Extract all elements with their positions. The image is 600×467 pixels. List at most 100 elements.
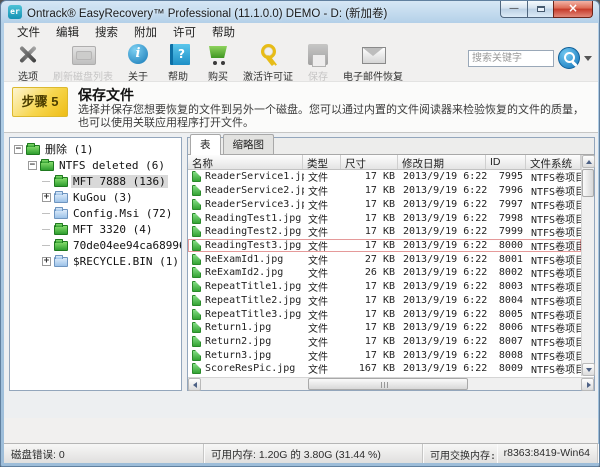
file-date-cell: 2013/9/19 6:22:26 <box>399 309 487 320</box>
file-icon <box>192 295 201 306</box>
menu-item[interactable]: 许可 <box>166 23 203 41</box>
menu-item[interactable]: 编辑 <box>49 23 86 41</box>
column-header[interactable]: 名称 <box>188 155 303 169</box>
menu-item[interactable]: 文件 <box>10 23 47 41</box>
tree-expander-icon[interactable] <box>42 257 51 266</box>
status-segment: 可用内存: 1.20G 的 3.80G (31.44 %) <box>204 444 423 463</box>
table-row[interactable]: ScoreResPic.jpg 文件 167 KB 2013/9/19 6:22… <box>188 362 581 376</box>
tree-expander-icon[interactable] <box>28 161 37 170</box>
horizontal-scroll-thumb[interactable] <box>308 378 468 390</box>
toolbar-button[interactable]: 选项 <box>8 41 48 84</box>
tree-item[interactable]: Config.Msi (72) <box>10 205 181 221</box>
toolbar-button[interactable]: 电子邮件恢复 <box>338 41 408 84</box>
tree-expander-icon[interactable] <box>42 225 51 234</box>
table-row[interactable]: RepeatTitle1.jpg 文件 17 KB 2013/9/19 6:22… <box>188 280 581 294</box>
column-header[interactable]: 尺寸 <box>341 155 398 169</box>
scroll-left-icon[interactable] <box>188 378 201 391</box>
file-size-cell: 17 KB <box>342 281 399 292</box>
file-size-cell: 17 KB <box>342 171 399 182</box>
table-row[interactable]: ReadingTest1.jpg 文件 17 KB 2013/9/19 6:22… <box>188 211 581 225</box>
file-size-cell: 27 KB <box>342 254 399 265</box>
search-icon[interactable] <box>558 47 580 69</box>
file-name-cell: ReaderService2.jpg <box>189 185 304 196</box>
toolbar-button[interactable]: 保存 <box>298 41 338 84</box>
folder-icon <box>54 193 68 203</box>
table-row[interactable]: Return1.jpg 文件 17 KB 2013/9/19 6:22:26 8… <box>188 321 581 335</box>
tree-item[interactable]: MFT 3320 (4) <box>10 221 181 237</box>
tree-item[interactable]: KuGou (3) <box>10 189 181 205</box>
file-name: ReaderService3.jpg <box>205 199 304 210</box>
table-row[interactable]: ReaderService3.jpg 文件 17 KB 2013/9/19 6:… <box>188 197 581 211</box>
file-date-cell: 2013/9/19 6:22:26 <box>399 171 487 182</box>
tree-expander-icon[interactable] <box>42 241 51 250</box>
toolbar-button-icon <box>68 42 98 67</box>
toolbar-button[interactable]: 激活许可证 <box>238 41 298 84</box>
tree-item[interactable]: MFT 7888 (136) <box>10 173 181 189</box>
menu-bar: 文件编辑搜索附加许可帮助 <box>4 23 598 41</box>
search-area <box>468 47 592 69</box>
tree-item[interactable]: $RECYCLE.BIN (1) <box>10 253 181 269</box>
table-row[interactable]: ReExamId1.jpg 文件 27 KB 2013/9/19 6:22:26… <box>188 252 581 266</box>
table-row[interactable]: RepeatTitle2.jpg 文件 17 KB 2013/9/19 6:22… <box>188 293 581 307</box>
tree-expander-icon[interactable] <box>42 193 51 202</box>
file-date-cell: 2013/9/19 6:22:26 <box>399 281 487 292</box>
menu-item[interactable]: 搜索 <box>88 23 125 41</box>
table-row[interactable]: ReadingTest2.jpg 文件 17 KB 2013/9/19 6:22… <box>188 225 581 239</box>
view-tab[interactable]: 表 <box>190 134 221 155</box>
maximize-button[interactable] <box>527 1 553 18</box>
file-size-cell: 17 KB <box>342 309 399 320</box>
table-row[interactable]: RepeatTitle3.jpg 文件 17 KB 2013/9/19 6:22… <box>188 307 581 321</box>
title-bar[interactable]: er Ontrack® EasyRecovery™ Professional (… <box>1 1 600 23</box>
folder-icon <box>26 145 40 155</box>
file-id-cell: 8008 <box>487 350 527 361</box>
tree-expander-icon[interactable] <box>42 209 51 218</box>
toolbar-button[interactable]: 刷新磁盘列表 <box>48 41 118 84</box>
table-row[interactable]: ReaderService1.jpg 文件 17 KB 2013/9/19 6:… <box>188 170 581 184</box>
file-name-cell: ReaderService3.jpg <box>189 199 304 210</box>
tree-item[interactable]: 删除 (1) <box>10 141 181 157</box>
view-tab[interactable]: 缩略图 <box>223 134 275 154</box>
column-header[interactable]: 类型 <box>303 155 341 169</box>
table-row[interactable]: ReExamId2.jpg 文件 26 KB 2013/9/19 6:22:26… <box>188 266 581 280</box>
tree-item[interactable]: 70de04ee94ca68996a (3) <box>10 237 181 253</box>
table-row[interactable]: ReaderService2.jpg 文件 17 KB 2013/9/19 6:… <box>188 184 581 198</box>
column-header[interactable]: 修改日期 <box>398 155 486 169</box>
file-type-cell: 文件 <box>304 361 342 376</box>
file-name-cell: ReadingTest2.jpg <box>189 226 304 237</box>
file-name-cell: ScoreResPic.jpg <box>189 363 304 374</box>
table-row[interactable]: Return2.jpg 文件 17 KB 2013/9/19 6:22:26 8… <box>188 335 581 349</box>
menu-item[interactable]: 帮助 <box>205 23 242 41</box>
vertical-scrollbar[interactable] <box>581 155 594 376</box>
horizontal-scrollbar[interactable] <box>188 377 594 390</box>
tree-item[interactable]: NTFS deleted (6) <box>10 157 181 173</box>
file-date-cell: 2013/9/19 6:22:26 <box>399 336 487 347</box>
column-header[interactable]: 文件系统 <box>526 155 581 169</box>
tree-item-label: 70de04ee94ca68996a (3) <box>71 239 182 252</box>
toolbar-button[interactable]: 购买 <box>198 41 238 84</box>
scroll-down-icon[interactable] <box>582 363 595 376</box>
status-segment: r8363:8419-Win64 <box>497 444 598 463</box>
search-input[interactable] <box>468 50 554 67</box>
vertical-scroll-thumb[interactable] <box>582 169 594 197</box>
tree-item-label: MFT 7888 (136) <box>71 175 168 188</box>
file-icon <box>192 281 201 292</box>
table-row[interactable]: ReadingTest3.jpg 文件 17 KB 2013/9/19 6:22… <box>188 239 581 253</box>
file-name-cell: RepeatTitle1.jpg <box>189 281 304 292</box>
table-row[interactable]: Return3.jpg 文件 17 KB 2013/9/19 6:22:26 8… <box>188 348 581 362</box>
tree-expander-icon[interactable] <box>42 177 51 186</box>
scroll-up-icon[interactable] <box>582 155 595 168</box>
file-icon <box>192 240 201 251</box>
tree-expander-icon[interactable] <box>14 145 23 154</box>
search-dropdown-chevron-icon[interactable] <box>584 56 592 61</box>
scroll-right-icon[interactable] <box>581 378 594 391</box>
step-title: 保存文件 <box>78 85 134 105</box>
window-title: Ontrack® EasyRecovery™ Professional (11.… <box>27 5 387 21</box>
toolbar-button[interactable]: 关于 <box>118 41 158 84</box>
main-area: 删除 (1) NTFS deleted (6) MFT 7888 (136) <box>4 133 598 418</box>
minimize-button[interactable]: — <box>500 1 527 18</box>
toolbar-button[interactable]: 帮助 <box>158 41 198 84</box>
column-header[interactable]: ID <box>486 155 526 169</box>
menu-item[interactable]: 附加 <box>127 23 164 41</box>
close-button[interactable]: × <box>553 1 593 18</box>
file-icon <box>192 254 201 265</box>
